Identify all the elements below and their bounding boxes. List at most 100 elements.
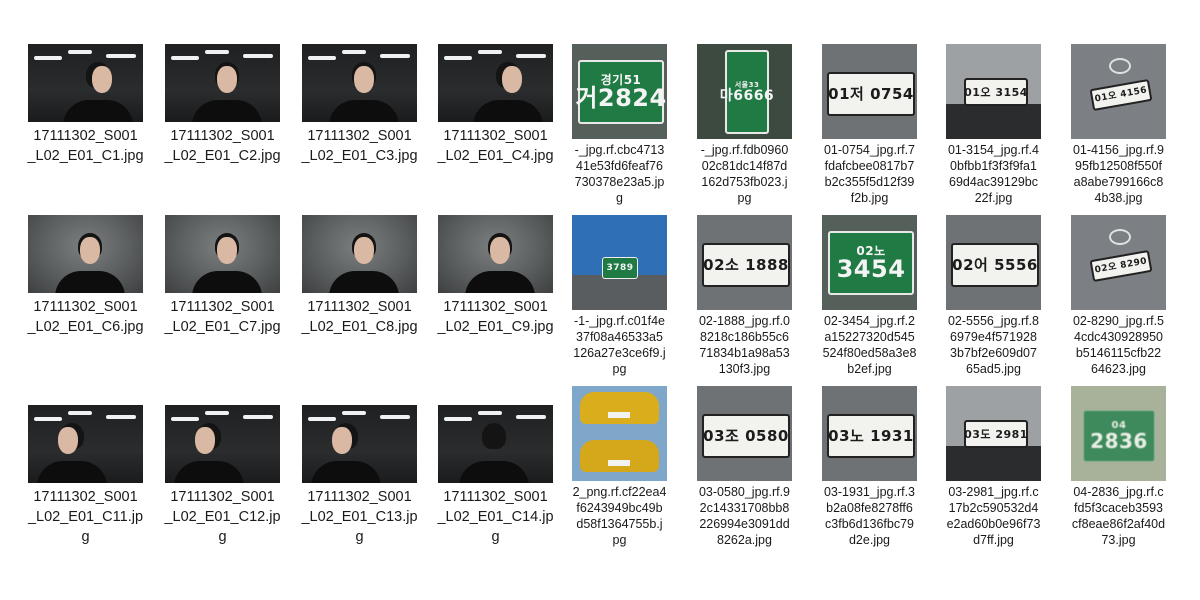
thumbnail-image[interactable] <box>165 44 280 122</box>
file-item[interactable]: 서울33 마6666 -_jpg.rf.fdb0960 02c81dc14f87d 16… <box>697 44 797 209</box>
file-name-line: 4cdc430928950 <box>1074 330 1163 344</box>
thumbnail-image[interactable]: 03노 1931 <box>822 386 917 481</box>
file-name-label: 01-3154_jpg.rf.4 0bfbb1f3f3f9fa1 69d4ac391… <box>942 142 1045 206</box>
file-item[interactable]: 04 2836 04-2836_jpg.rf.c fd5f3caceb3593 cf8e… <box>1071 386 1171 551</box>
plate-number-text: 01오 3154 <box>964 85 1028 99</box>
thumbnail-image[interactable] <box>438 405 553 483</box>
file-item[interactable]: 17111302_S001 _L02_E01_C1.jpg <box>27 44 163 194</box>
plate-number-text: 01오 4156 <box>1093 84 1148 105</box>
thumbnail-image[interactable] <box>165 405 280 483</box>
thumbnail-image[interactable] <box>28 44 143 122</box>
studio-light <box>342 50 366 54</box>
thumbnail-image[interactable]: 01저 0754 <box>822 44 917 139</box>
file-item[interactable]: 17111302_S001 _L02_E01_C7.jpg <box>164 215 300 365</box>
file-item[interactable]: 17111302_S001 _L02_E01_C12.jp g <box>164 405 300 555</box>
file-item[interactable]: 01오 4156 01-4156_jpg.rf.9 95fb12508f550f a8… <box>1071 44 1171 209</box>
file-name-line: 0bfbb1f3f3f9fa1 <box>950 159 1037 173</box>
thumbnail-image[interactable]: 02어 5556 <box>946 215 1041 310</box>
file-item[interactable]: 17111302_S001 _L02_E01_C2.jpg <box>164 44 300 194</box>
file-name-label: 17111302_S001 _L02_E01_C3.jpg <box>292 126 427 166</box>
thumbnail-image[interactable] <box>28 215 143 293</box>
file-item[interactable]: 17111302_S001 _L02_E01_C14.jp g <box>437 405 573 555</box>
file-name-line: 17111302_S001 <box>33 489 138 505</box>
thumbnail-image[interactable]: 04 2836 <box>1071 386 1166 481</box>
subject-body <box>63 100 133 122</box>
thumbnail-image[interactable]: 02소 1888 <box>697 215 792 310</box>
thumbnail-image[interactable]: 02노 3454 <box>822 215 917 310</box>
studio-light <box>171 417 199 421</box>
plate-number-text: 3789 <box>606 262 634 273</box>
thumbnail-image[interactable] <box>28 405 143 483</box>
thumbnail-image[interactable]: 03조 0580 <box>697 386 792 481</box>
license-plate: 01오 4156 <box>1089 78 1153 112</box>
file-item[interactable]: 17111302_S001 _L02_E01_C13.jp g <box>301 405 437 555</box>
plate-number-text: 02어 5556 <box>952 255 1038 274</box>
file-item[interactable]: 01저 0754 01-0754_jpg.rf.7 fdafcbee0817b7 b2… <box>822 44 922 209</box>
file-name-line: 01-0754_jpg.rf.7 <box>823 143 916 157</box>
file-item[interactable]: 경기51 거2824 -_jpg.rf.cbc4713 41e53fd6feaf76 7… <box>572 44 672 209</box>
file-name-line: 04-2836_jpg.rf.c <box>1073 485 1164 499</box>
file-item[interactable]: 03노 1931 03-1931_jpg.rf.3 b2a08fe8278ff6 c3… <box>822 386 922 551</box>
license-plate: 02소 1888 <box>702 243 790 287</box>
thumbnail-image[interactable]: 02오 8290 <box>1071 215 1166 310</box>
thumbnail-image[interactable] <box>438 215 553 293</box>
file-name-label: 2_png.rf.cf22ea4 f6243949bc49b d58f1364755… <box>568 484 671 548</box>
file-item[interactable]: 3789 -1-_jpg.rf.c01f4e 37f08a46533a5 126a27… <box>572 215 672 380</box>
studio-backdrop <box>302 215 417 293</box>
thumbnail-image[interactable]: 서울33 마6666 <box>697 44 792 139</box>
license-plate: 03조 0580 <box>702 414 790 458</box>
file-item[interactable]: 17111302_S001 _L02_E01_C4.jpg <box>437 44 573 194</box>
file-name-line: 8262a.jpg <box>717 533 772 547</box>
thumbnail-image[interactable] <box>302 405 417 483</box>
file-name-label: 03-0580_jpg.rf.9 2c14331708bb8 226994e3091… <box>693 484 796 548</box>
thumbnail-image[interactable]: 03도 2981 <box>946 386 1041 481</box>
file-name-line: _L02_E01_C4.jpg <box>437 148 554 164</box>
file-name-label: 03-2981_jpg.rf.c 17b2c590532d4 e2ad60b0e96… <box>942 484 1045 548</box>
file-item[interactable]: 17111302_S001 _L02_E01_C11.jp g <box>28 405 163 555</box>
car-bumper <box>946 446 1041 481</box>
thumbnail-image[interactable] <box>302 44 417 122</box>
car-bumper <box>946 104 1041 139</box>
file-item[interactable]: 17111302_S001 _L02_E01_C6.jpg <box>27 215 163 365</box>
file-item[interactable]: 01오 3154 01-3154_jpg.rf.4 0bfbb1f3f3f9fa1 6… <box>946 44 1046 209</box>
file-name-line: g <box>616 191 623 205</box>
file-name-label: 04-2836_jpg.rf.c fd5f3caceb3593 cf8eae86f2… <box>1067 484 1170 548</box>
thumbnail-image[interactable]: 경기51 거2824 <box>572 44 667 139</box>
subject-face <box>354 237 374 264</box>
subject-face <box>80 237 100 264</box>
file-item[interactable]: 02오 8290 02-8290_jpg.rf.5 4cdc430928950 b51… <box>1071 215 1171 380</box>
car-emblem <box>1109 229 1131 245</box>
file-name-line: fdafcbee0817b7 <box>824 159 915 173</box>
thumbnail-image[interactable] <box>438 44 553 122</box>
studio-light <box>243 54 273 58</box>
studio-light <box>243 415 273 419</box>
license-plate: 03노 1931 <box>827 414 915 458</box>
studio-light <box>308 56 336 60</box>
thumbnail-image[interactable]: 3789 <box>572 215 667 310</box>
file-item[interactable]: 02소 1888 02-1888_jpg.rf.0 8218c186b55c6 718… <box>697 215 797 380</box>
file-name-line: 73.jpg <box>1101 533 1136 547</box>
thumbnail-image[interactable] <box>572 386 667 481</box>
subject-face <box>92 66 112 93</box>
studio-backdrop <box>28 215 143 293</box>
studio-light <box>444 56 472 60</box>
thumbnail-image[interactable]: 01오 3154 <box>946 44 1041 139</box>
file-item[interactable]: 2_png.rf.cf22ea4 f6243949bc49b d58f1364755… <box>572 386 672 551</box>
file-name-line: g <box>355 529 364 545</box>
thumbnail-image[interactable] <box>165 215 280 293</box>
thumbnail-image[interactable]: 01오 4156 <box>1071 44 1166 139</box>
studio-light <box>106 415 136 419</box>
file-item[interactable]: 02노 3454 02-3454_jpg.rf.2 a15227320d545 524f… <box>822 215 922 380</box>
file-item[interactable]: 03조 0580 03-0580_jpg.rf.9 2c14331708bb8 226… <box>697 386 797 551</box>
file-item[interactable]: 03도 2981 03-2981_jpg.rf.c 17b2c590532d4 e2a… <box>946 386 1046 551</box>
car-emblem <box>1109 58 1131 74</box>
file-item[interactable]: 17111302_S001 _L02_E01_C9.jpg <box>437 215 573 365</box>
file-name-label: 01-0754_jpg.rf.7 fdafcbee0817b7 b2c355f5d1… <box>818 142 921 206</box>
thumbnail-image[interactable] <box>302 215 417 293</box>
file-item[interactable]: 17111302_S001 _L02_E01_C3.jpg <box>301 44 437 194</box>
file-name-line: fd5f3caceb3593 <box>1074 501 1163 515</box>
studio-light <box>205 50 229 54</box>
license-plate: 03도 2981 <box>964 420 1028 448</box>
file-item[interactable]: 17111302_S001 _L02_E01_C8.jpg <box>301 215 437 365</box>
file-item[interactable]: 02어 5556 02-5556_jpg.rf.8 6979e4f571928 3b7… <box>946 215 1046 380</box>
